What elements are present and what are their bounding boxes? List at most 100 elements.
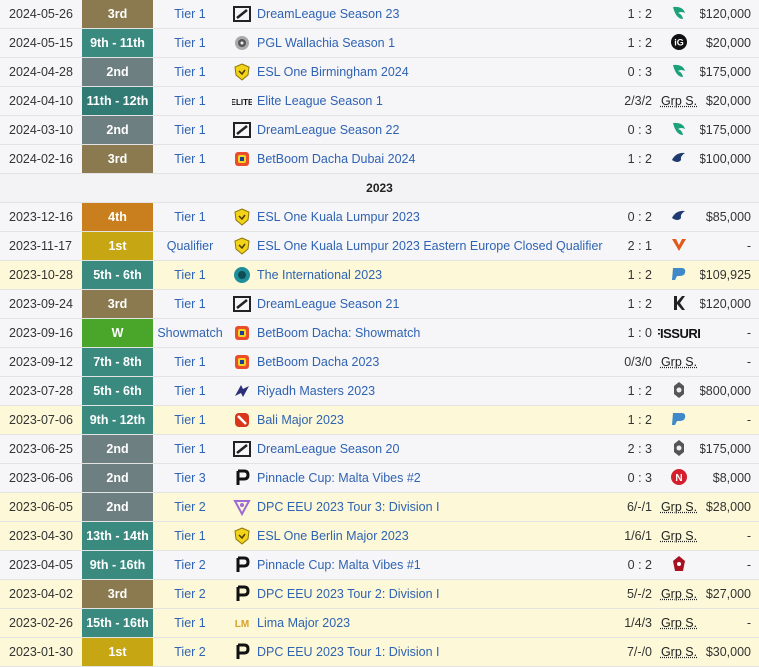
placement-badge: 5th - 6th — [82, 377, 153, 405]
tier-link[interactable]: Tier 1 — [153, 116, 227, 144]
tier-link[interactable]: Tier 3 — [153, 464, 227, 492]
prize: $175,000 — [700, 123, 751, 137]
tournament-link[interactable]: BetBoom Dacha 2023 — [257, 348, 611, 376]
team-liquid-icon[interactable] — [669, 206, 689, 229]
tier-link[interactable]: Tier 1 — [153, 290, 227, 318]
placement-badge: 15th - 16th — [82, 609, 153, 637]
tier-link[interactable]: Tier 1 — [153, 29, 227, 57]
pinnacle-logo-icon[interactable] — [227, 464, 257, 492]
the-international-logo-icon[interactable] — [227, 261, 257, 289]
score: 0 : 2 — [627, 210, 652, 224]
tournament-link[interactable]: Elite League Season 1 — [257, 87, 611, 115]
team-spirit-icon[interactable] — [669, 409, 689, 432]
virtus-pro-icon[interactable] — [669, 235, 689, 258]
esl-one-logo-icon[interactable] — [227, 58, 257, 86]
dreamleague-logo-icon[interactable] — [227, 435, 257, 463]
tournament-link[interactable]: BetBoom Dacha Dubai 2024 — [257, 145, 611, 173]
team-spirit-icon[interactable] — [669, 264, 689, 287]
opponent-cell: Grp S. — [658, 638, 700, 666]
esl-one-logo-icon[interactable] — [227, 522, 257, 550]
dpc-logo-icon[interactable] — [227, 493, 257, 521]
tournament-link[interactable]: DPC EEU 2023 Tour 3: Division I — [257, 493, 611, 521]
betboom-dacha-logo-icon[interactable] — [227, 348, 257, 376]
esl-one-logo-icon[interactable] — [227, 232, 257, 260]
tier-link[interactable]: Showmatch — [153, 319, 227, 347]
tournament-link[interactable]: DreamLeague Season 22 — [257, 116, 611, 144]
prize: $175,000 — [700, 65, 751, 79]
dreamleague-logo-icon[interactable] — [227, 116, 257, 144]
tournament-link[interactable]: DPC EEU 2023 Tour 2: Division I — [257, 580, 611, 608]
tournament-link[interactable]: DreamLeague Season 21 — [257, 290, 611, 318]
betboom-dacha-logo-icon[interactable] — [227, 319, 257, 347]
tournament-link[interactable]: ESL One Kuala Lumpur 2023 Eastern Europe… — [257, 232, 611, 260]
riyadh-masters-logo-icon[interactable] — [227, 377, 257, 405]
score: 5/-/2 — [626, 587, 652, 601]
dota2-logo-icon[interactable] — [227, 406, 257, 434]
tournament-link[interactable]: Pinnacle Cup: Malta Vibes #1 — [257, 551, 611, 579]
pinnacle-logo-icon[interactable] — [227, 638, 257, 666]
lima-major-logo-icon[interactable]: LM — [227, 609, 257, 637]
betboom-dacha-logo-icon[interactable] — [227, 145, 257, 173]
tier-link[interactable]: Tier 2 — [153, 638, 227, 666]
tournament-link[interactable]: Lima Major 2023 — [257, 609, 611, 637]
tournament-link[interactable]: Riyadh Masters 2023 — [257, 377, 611, 405]
tournament-link[interactable]: The International 2023 — [257, 261, 611, 289]
dreamleague-logo-icon[interactable] — [227, 0, 257, 28]
team-liquid-icon[interactable] — [669, 148, 689, 171]
tier-link[interactable]: Tier 1 — [153, 87, 227, 115]
tier-link[interactable]: Tier 1 — [153, 609, 227, 637]
team-falcons-icon[interactable] — [669, 3, 689, 26]
tournament-link[interactable]: ESL One Birmingham 2024 — [257, 58, 611, 86]
team-ig-icon[interactable]: iG — [669, 32, 689, 55]
red-team-icon[interactable] — [669, 554, 689, 577]
tier-link[interactable]: Tier 1 — [153, 435, 227, 463]
tournament-link[interactable]: ESL One Kuala Lumpur 2023 — [257, 203, 611, 231]
prize: $175,000 — [700, 442, 751, 456]
tier-link[interactable]: Tier 1 — [153, 261, 227, 289]
tournament-link[interactable]: DreamLeague Season 20 — [257, 435, 611, 463]
tier-link[interactable]: Tier 2 — [153, 551, 227, 579]
tournament-link[interactable]: Pinnacle Cup: Malta Vibes #2 — [257, 464, 611, 492]
score: 2 : 3 — [627, 442, 652, 456]
esl-one-logo-icon[interactable] — [227, 203, 257, 231]
tournament-link[interactable]: DreamLeague Season 23 — [257, 0, 611, 28]
gaimin-gladiators-icon[interactable] — [669, 438, 689, 461]
opponent-cell — [658, 406, 700, 434]
tier-link[interactable]: Tier 1 — [153, 348, 227, 376]
placement-badge: 2nd — [82, 435, 153, 463]
table-row: 2023-06-05 2nd Tier 2 DPC EEU 2023 Tour … — [0, 493, 759, 522]
tier-link[interactable]: Tier 1 — [153, 203, 227, 231]
prize: $20,000 — [705, 94, 751, 108]
tier-link[interactable]: Tier 1 — [153, 58, 227, 86]
tier-link[interactable]: Tier 1 — [153, 145, 227, 173]
score: 1 : 2 — [627, 297, 652, 311]
team-falcons-icon[interactable] — [669, 61, 689, 84]
pinnacle-logo-icon[interactable] — [227, 551, 257, 579]
n-team-icon[interactable]: N — [669, 467, 689, 490]
gaimin-gladiators-icon[interactable] — [669, 380, 689, 403]
tier-link[interactable]: Tier 2 — [153, 493, 227, 521]
tier-link[interactable]: Tier 1 — [153, 406, 227, 434]
pgl-logo-icon[interactable] — [227, 29, 257, 57]
date: 2023-11-17 — [9, 239, 73, 253]
team-falcons-icon[interactable] — [669, 119, 689, 142]
placement-badge: 2nd — [82, 493, 153, 521]
pinnacle-logo-icon[interactable] — [227, 580, 257, 608]
tier-link[interactable]: Tier 1 — [153, 0, 227, 28]
tier-link[interactable]: Tier 1 — [153, 522, 227, 550]
placement-badge: W — [82, 319, 153, 347]
tournament-link[interactable]: BetBoom Dacha: Showmatch — [257, 319, 611, 347]
elite-league-logo-icon[interactable]: ELITE — [227, 87, 257, 115]
dreamleague-logo-icon[interactable] — [227, 290, 257, 318]
tier-link[interactable]: Tier 1 — [153, 377, 227, 405]
tier-link[interactable]: Qualifier — [153, 232, 227, 260]
tournament-link[interactable]: DPC EEU 2023 Tour 1: Division I — [257, 638, 611, 666]
placement-badge: 7th - 8th — [82, 348, 153, 376]
tournament-link[interactable]: PGL Wallachia Season 1 — [257, 29, 611, 57]
tier-link[interactable]: Tier 2 — [153, 580, 227, 608]
tournament-link[interactable]: Bali Major 2023 — [257, 406, 611, 434]
team-k-icon[interactable] — [669, 293, 689, 316]
date: 2024-03-10 — [9, 123, 73, 137]
group-stage-label: Grp S. — [660, 529, 698, 543]
tournament-link[interactable]: ESL One Berlin Major 2023 — [257, 522, 611, 550]
